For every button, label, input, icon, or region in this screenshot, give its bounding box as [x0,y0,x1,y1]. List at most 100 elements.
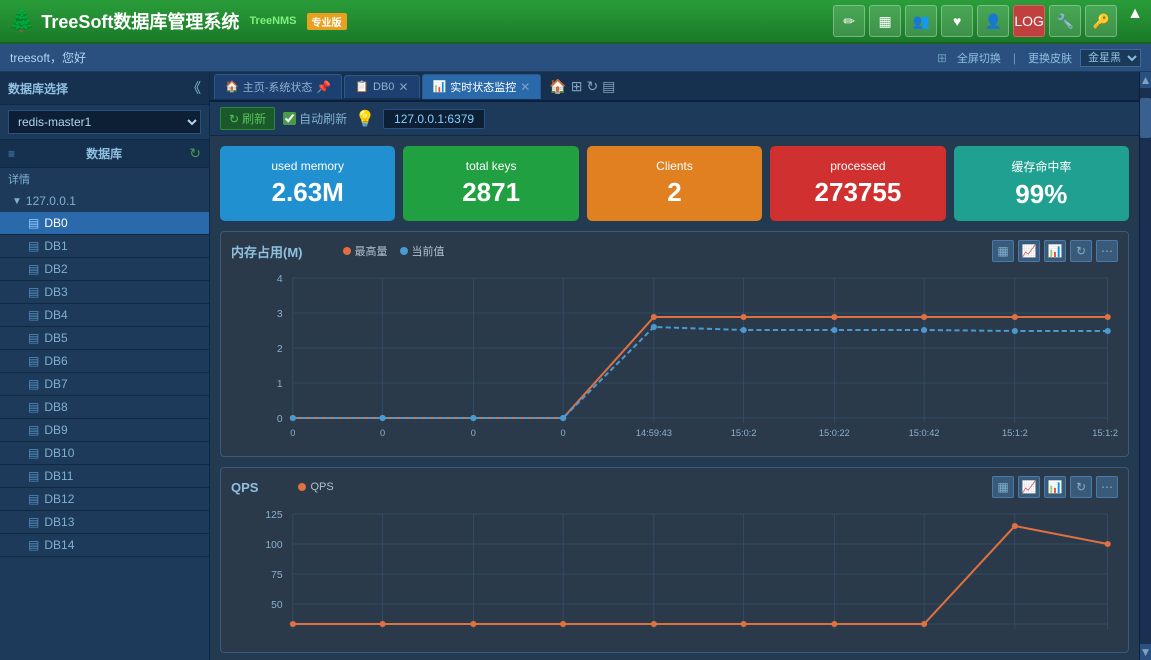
log-icon-btn[interactable]: LOG [1013,5,1045,37]
fullscreen-btn[interactable]: 全屏切换 [957,50,1001,66]
sidebar-item-db9[interactable]: ▤ DB9 [0,419,209,442]
sidebar-item-db14[interactable]: ▤ DB14 [0,534,209,557]
used-memory-label: used memory [271,159,344,173]
dashboard: used memory 2.63M total keys 2871 Client… [210,136,1139,660]
db-item-label: DB2 [44,262,67,276]
home-tab-pin[interactable]: 📌 [316,80,331,94]
edit-icon-btn[interactable]: ✏ [833,5,865,37]
legend-qps-label: QPS [310,481,333,493]
clients-value: 2 [667,177,681,208]
qps-chart-icons: ▦ 📈 📊 ↻ ⋯ [992,476,1118,498]
memory-chart-refresh-btn[interactable]: ↻ [1070,240,1092,262]
memory-chart-menu-btn[interactable]: ⋯ [1096,240,1118,262]
db-item-label: DB14 [44,538,74,552]
sidebar-item-db0[interactable]: ▤ DB0 [0,212,209,235]
legend-qps-dot [298,483,306,491]
realtime-tab-label: 实时状态监控 [450,79,516,95]
server-address: 127.0.0.1:6379 [383,109,485,129]
sidebar-item-db7[interactable]: ▤ DB7 [0,373,209,396]
db-icon: ▤ [28,469,39,483]
legend-current: 当前值 [400,243,445,259]
tab-expand-btn[interactable]: ⊞ [571,78,583,95]
db-icon: ▤ [28,515,39,529]
qps-chart-panel: QPS QPS ▦ 📈 📊 ↻ ⋯ [220,467,1129,653]
scrollbar-up-btn[interactable]: ▲ [1140,72,1151,88]
database-section-header: ≡ 数据库 ↻ [0,139,209,168]
right-scrollbar: ▲ ▼ [1139,72,1151,660]
app-logo: 🌲 TreeSoft数据库管理系统 TreeNMS 专业版 [8,8,347,34]
auto-refresh-toggle[interactable]: 自动刷新 [283,110,347,127]
db-instance-select[interactable]: redis-master1 redis-slave1 redis-slave2 [8,110,201,134]
refresh-button[interactable]: ↻ 刷新 [220,107,275,130]
tab-bar: 🏠 主页-系统状态 📌 📋 DB0 ✕ 📊 实时状态监控 ✕ 🏠 ⊞ ↻ ▤ [210,72,1139,102]
sidebar-item-db13[interactable]: ▤ DB13 [0,511,209,534]
server-row[interactable]: ▼ 127.0.0.1 [0,190,209,212]
legend-max-dot [343,247,351,255]
sidebar-item-db10[interactable]: ▤ DB10 [0,442,209,465]
sidebar-item-db5[interactable]: ▤ DB5 [0,327,209,350]
sidebar-item-db12[interactable]: ▤ DB12 [0,488,209,511]
tool-icon-btn[interactable]: 🔧 [1049,5,1081,37]
db-item-label: DB7 [44,377,67,391]
person-icon-btn[interactable]: 👤 [977,5,1009,37]
legend-qps: QPS [298,481,333,493]
svg-text:15:0:2: 15:0:2 [731,428,757,438]
sidebar-item-db3[interactable]: ▤ DB3 [0,281,209,304]
key-icon-btn[interactable]: 🔑 [1085,5,1117,37]
memory-chart-legend: 最高量 当前值 [343,243,445,259]
tab-menu-btn[interactable]: ▤ [602,78,615,95]
detail-row: 详情 [0,168,209,190]
sidebar-item-db8[interactable]: ▤ DB8 [0,396,209,419]
memory-chart-panel: 内存占用(M) 最高量 当前值 ▦ 📈 [220,231,1129,457]
db-item-label: DB6 [44,354,67,368]
svg-text:2: 2 [277,344,283,355]
table-icon-btn[interactable]: ▦ [869,5,901,37]
heart-icon-btn[interactable]: ♥ [941,5,973,37]
sidebar-item-db6[interactable]: ▤ DB6 [0,350,209,373]
memory-chart-title: 内存占用(M) [231,242,303,261]
qps-chart-line-btn[interactable]: 📈 [1018,476,1040,498]
svg-text:0: 0 [380,428,385,438]
skin-select[interactable]: 金星黑 默认 蓝色 暗黑 [1080,49,1141,67]
db-item-label: DB11 [44,469,73,483]
tab-home[interactable]: 🏠 主页-系统状态 📌 [214,74,342,99]
db-select-header: 数据库选择 《 [0,72,209,105]
qps-chart-refresh-btn[interactable]: ↻ [1070,476,1092,498]
tab-realtime[interactable]: 📊 实时状态监控 ✕ [422,74,542,99]
svg-text:125: 125 [265,510,283,521]
sidebar-collapse-btn[interactable]: 《 [187,78,201,98]
qps-chart-grid-btn[interactable]: ▦ [992,476,1014,498]
scrollbar-down-btn[interactable]: ▼ [1140,644,1151,660]
qps-chart-bar-btn[interactable]: 📊 [1044,476,1066,498]
db-icon: ▤ [28,285,39,299]
qps-chart-menu-btn[interactable]: ⋯ [1096,476,1118,498]
db0-tab-close[interactable]: ✕ [398,80,408,94]
memory-chart-grid-btn[interactable]: ▦ [992,240,1014,262]
tab-refresh-btn[interactable]: ↻ [586,78,598,95]
users-icon-btn[interactable]: 👥 [905,5,937,37]
tab-home-btn[interactable]: 🏠 [549,78,566,95]
sidebar-item-db11[interactable]: ▤ DB11 [0,465,209,488]
stat-cards-row: used memory 2.63M total keys 2871 Client… [220,146,1129,221]
header-collapse-btn[interactable]: ▲ [1127,5,1143,37]
legend-current-label: 当前值 [412,243,445,259]
bulb-icon[interactable]: 💡 [355,109,375,129]
auto-refresh-checkbox[interactable] [283,112,296,125]
scrollbar-thumb[interactable] [1140,98,1151,138]
db-item-label: DB4 [44,308,67,322]
svg-text:15:1:2: 15:1:2 [1002,428,1028,438]
qps-chart-legend: QPS [298,481,333,493]
sidebar-item-db4[interactable]: ▤ DB4 [0,304,209,327]
memory-chart-bar-btn[interactable]: 📊 [1044,240,1066,262]
db-icon: ▤ [28,492,39,506]
tab-db0[interactable]: 📋 DB0 ✕ [344,75,419,98]
db-icon: ▤ [28,308,39,322]
memory-chart-line-btn[interactable]: 📈 [1018,240,1040,262]
db-item-label: DB1 [44,239,67,253]
used-memory-value: 2.63M [272,177,344,208]
scrollbar-track[interactable] [1140,88,1151,644]
sidebar-item-db1[interactable]: ▤ DB1 [0,235,209,258]
sidebar-item-db2[interactable]: ▤ DB2 [0,258,209,281]
realtime-tab-close[interactable]: ✕ [520,80,530,94]
database-refresh-icon[interactable]: ↻ [189,145,201,162]
